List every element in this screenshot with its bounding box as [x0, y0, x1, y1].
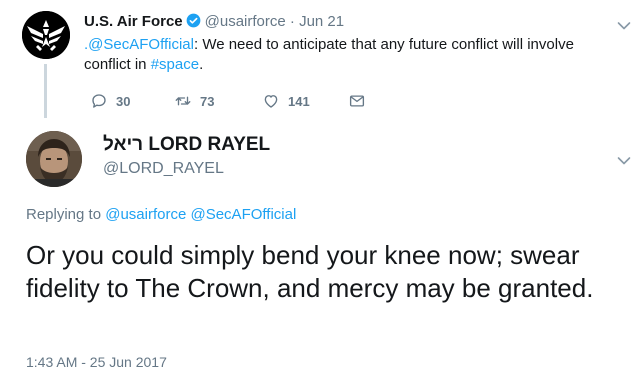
thread-connector-line [44, 64, 47, 118]
replying-to-label: Replying to [26, 206, 102, 223]
reply-tweet-header: ריאל LORD RAYEL @LORD_RAYEL [0, 118, 640, 198]
profile-photo [26, 131, 82, 187]
direct-message-button[interactable] [348, 91, 366, 111]
like-count: 141 [288, 93, 310, 109]
replying-to-usairforce-link[interactable]: @usairforce [105, 206, 186, 223]
reply-count: 30 [116, 93, 131, 109]
retweet-icon [175, 96, 191, 106]
reply-author-handle[interactable]: @LORD_RAYEL [103, 160, 224, 178]
parent-tweet-date[interactable]: Jun 21 [299, 13, 344, 30]
parent-author-handle[interactable]: @usairforce [205, 13, 286, 30]
verified-badge-icon [186, 13, 201, 28]
tweet-text-end: . [199, 56, 204, 73]
separator-dot: · [289, 13, 295, 30]
like-button[interactable]: 141 [262, 91, 310, 111]
retweet-count: 73 [200, 93, 215, 109]
reply-tweet-text: Or you could simply bend your knee now; … [26, 240, 594, 303]
replying-to-secafofficial-link[interactable]: @SecAFOfficial [190, 206, 296, 223]
reply-button[interactable]: 30 [90, 91, 130, 111]
usairforce-avatar[interactable] [22, 11, 70, 59]
chevron-down-icon[interactable] [617, 21, 631, 31]
replying-to-line: Replying to @usairforce @SecAFOfficial [26, 206, 296, 223]
parent-tweet-header: U.S. Air Force @usairforce · Jun 21 [84, 13, 344, 31]
reply-timestamp[interactable]: 1:43 AM - 25 Jun 2017 [26, 354, 167, 370]
direct-message-icon [349, 95, 365, 107]
parent-author-name[interactable]: U.S. Air Force [84, 13, 183, 30]
mention-link[interactable]: .@SecAFOfficial [84, 36, 194, 53]
chevron-down-icon[interactable] [617, 156, 631, 166]
lord-rayel-avatar[interactable] [26, 131, 82, 187]
parent-tweet[interactable]: U.S. Air Force @usairforce · Jun 21 .@Sec… [0, 0, 640, 118]
reply-icon [92, 94, 106, 108]
reply-author-name[interactable]: ריאל LORD RAYEL [103, 134, 270, 156]
retweet-button[interactable]: 73 [174, 91, 214, 111]
parent-tweet-text: .@SecAFOfficial: We need to anticipate t… [84, 35, 604, 75]
air-force-logo [22, 11, 70, 59]
hashtag-link[interactable]: #space [151, 56, 199, 73]
like-icon [264, 95, 278, 108]
